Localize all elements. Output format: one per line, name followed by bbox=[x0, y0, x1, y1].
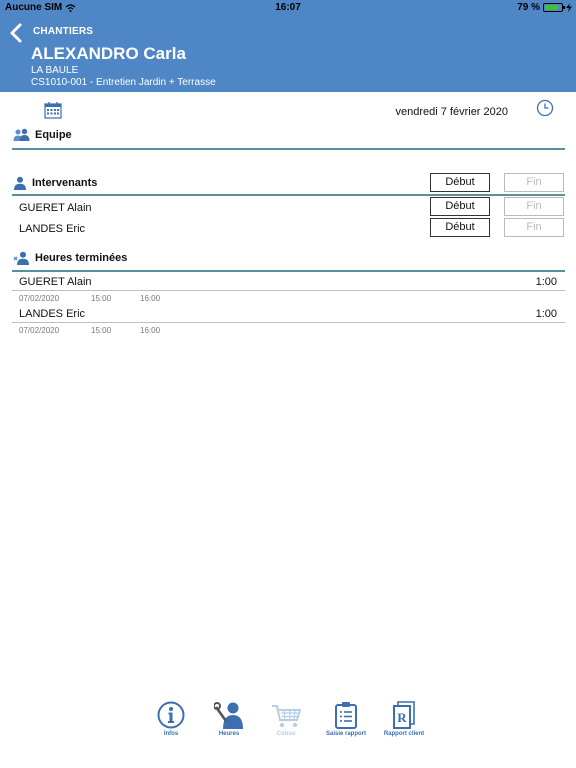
finished-start: 15:00 bbox=[91, 326, 112, 335]
clock-time: 16:07 bbox=[275, 2, 301, 13]
start-all-button[interactable]: Début bbox=[430, 173, 490, 192]
site-city: LA BAULE bbox=[31, 65, 79, 76]
tab-label: Conso bbox=[276, 731, 296, 737]
tab-label: Saisie rapport bbox=[325, 731, 366, 737]
worker-done-icon bbox=[13, 251, 29, 265]
heures-title: Heures terminées bbox=[35, 252, 128, 264]
tab-rapport-client[interactable]: R Rapport client bbox=[376, 701, 432, 737]
finished-end: 16:00 bbox=[140, 294, 161, 303]
tab-label: Rapport client bbox=[383, 731, 425, 737]
finished-duration: 1:00 bbox=[535, 308, 557, 320]
clock-icon[interactable] bbox=[536, 99, 554, 117]
tab-heures[interactable]: Heures bbox=[201, 701, 257, 737]
clipboard-icon bbox=[335, 702, 357, 729]
tab-conso[interactable]: Conso bbox=[258, 701, 314, 737]
start-button[interactable]: Début bbox=[430, 218, 490, 237]
finished-end: 16:00 bbox=[140, 326, 161, 335]
chevron-left-icon[interactable] bbox=[6, 22, 28, 44]
person-icon bbox=[14, 176, 26, 190]
back-button[interactable]: CHANTIERS bbox=[33, 26, 93, 37]
cart-icon bbox=[272, 705, 301, 728]
battery-icon bbox=[543, 3, 565, 12]
divider bbox=[12, 322, 565, 323]
divider bbox=[12, 148, 565, 150]
end-all-button[interactable]: Fin bbox=[504, 173, 564, 192]
tab-label: Heures bbox=[218, 731, 240, 737]
current-date: vendredi 7 février 2020 bbox=[395, 106, 508, 118]
finished-date: 07/02/2020 bbox=[19, 326, 60, 335]
header: CHANTIERS ALEXANDRO Carla LA BAULE CS101… bbox=[0, 16, 576, 92]
intervenant-name: GUERET Alain bbox=[19, 202, 92, 214]
intervenants-title: Intervenants bbox=[32, 177, 98, 189]
project-label: CS1010-001 - Entretien Jardin + Terrasse bbox=[31, 77, 216, 88]
start-button[interactable]: Début bbox=[430, 197, 490, 216]
intervenant-name: LANDES Eric bbox=[19, 223, 86, 235]
report-r-icon: R bbox=[393, 701, 415, 729]
worker-wrench-icon bbox=[214, 702, 243, 729]
end-button[interactable]: Fin bbox=[504, 218, 564, 237]
battery-fill bbox=[545, 5, 558, 10]
finished-name: GUERET Alain bbox=[19, 276, 92, 288]
divider bbox=[12, 194, 565, 196]
equipe-title: Equipe bbox=[35, 129, 72, 141]
equipe-section-header: Equipe bbox=[13, 128, 72, 142]
finished-duration: 1:00 bbox=[535, 276, 557, 288]
finished-date: 07/02/2020 bbox=[19, 294, 60, 303]
tab-label: Infos bbox=[163, 731, 179, 737]
heures-section-header: Heures terminées bbox=[13, 251, 127, 265]
team-icon bbox=[13, 128, 30, 141]
finished-start: 15:00 bbox=[91, 294, 112, 303]
svg-text:R: R bbox=[397, 710, 407, 725]
divider bbox=[12, 270, 565, 272]
end-button[interactable]: Fin bbox=[504, 197, 564, 216]
battery-percent: 79 % bbox=[517, 2, 540, 13]
calendar-icon[interactable] bbox=[44, 101, 62, 119]
finished-name: LANDES Eric bbox=[19, 308, 86, 320]
divider bbox=[12, 290, 565, 291]
status-bar: Aucune SIM 16:07 79 % bbox=[0, 0, 576, 16]
info-icon bbox=[157, 701, 185, 729]
charging-icon bbox=[566, 3, 572, 12]
tab-infos[interactable]: Infos bbox=[143, 701, 199, 737]
intervenants-section-header: Intervenants bbox=[13, 176, 97, 190]
page-title: ALEXANDRO Carla bbox=[31, 44, 186, 63]
tab-saisie-rapport[interactable]: Saisie rapport bbox=[318, 701, 374, 737]
